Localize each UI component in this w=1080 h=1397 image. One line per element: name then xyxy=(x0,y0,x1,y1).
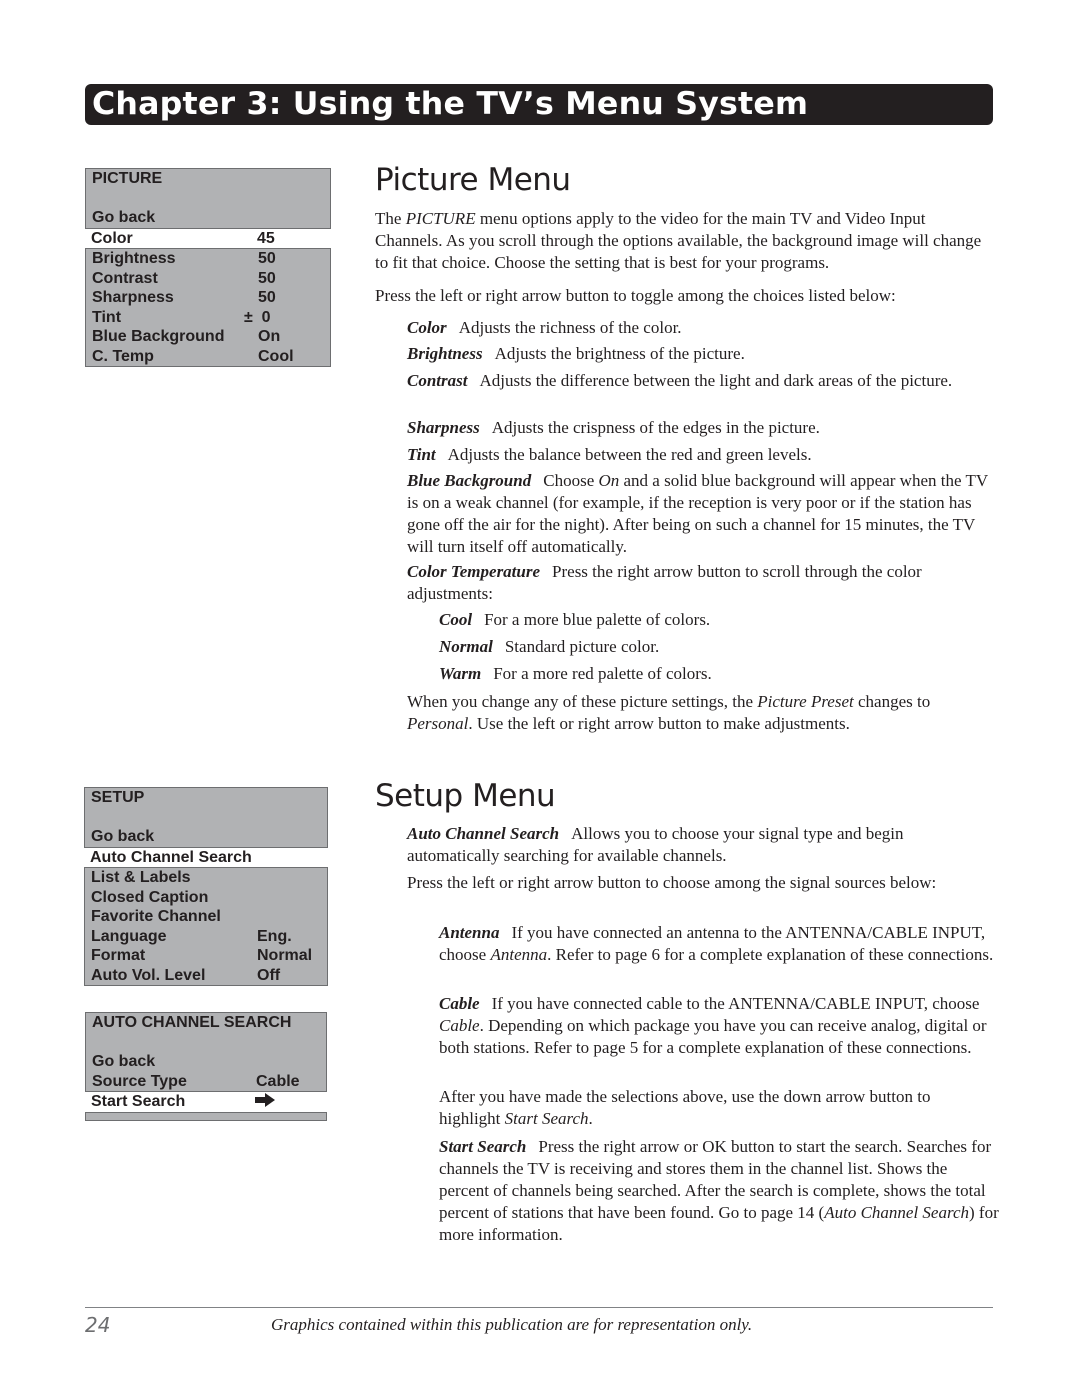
menu-item-label: C. Temp xyxy=(92,347,154,365)
menu-item-label: Closed Caption xyxy=(91,888,209,906)
option-blue-background: Blue Background Choose On and a solid blu… xyxy=(407,471,988,556)
menu-item-label: Language xyxy=(91,927,167,945)
menu-item-value: 50 xyxy=(258,289,276,306)
option-brightness: Brightness Adjusts the brightness of the … xyxy=(407,344,745,363)
menu-item-value: 50 xyxy=(258,250,276,267)
menu-header: SETUP xyxy=(91,789,145,806)
picture-intro: The PICTURE menu options apply to the vi… xyxy=(375,209,982,272)
auto-channel-search-menu-illustration: AUTO CHANNEL SEARCH Go back Source Type … xyxy=(85,1012,327,1121)
color-temp-cool: Cool For a more blue palette of colors. xyxy=(439,610,711,629)
picture-menu-heading: Picture Menu xyxy=(375,162,571,198)
menu-footer-bar xyxy=(85,1111,327,1121)
menu-item: Tint ± 0 xyxy=(86,308,330,328)
menu-item-label: Auto Channel Search xyxy=(90,848,252,866)
menu-item-selected: Start Search xyxy=(85,1092,327,1112)
chapter-title: Chapter 3: Using the TV’s Menu System xyxy=(92,86,809,122)
menu-item-label: Favorite Channel xyxy=(91,908,221,925)
option-color-temperature: Color Temperature Press the right arrow b… xyxy=(407,562,922,603)
menu-item-label: Tint xyxy=(92,308,122,326)
right-arrow-icon xyxy=(255,1092,275,1112)
menu-item-label: Contrast xyxy=(92,269,158,287)
option-antenna: Antenna If you have connected an antenna … xyxy=(439,923,994,964)
menu-item-label: List & Labels xyxy=(91,869,191,886)
page-number: 24 xyxy=(85,1313,111,1337)
signal-sources-note: Press the left or right arrow button to … xyxy=(407,873,937,892)
menu-item-label: Blue Background xyxy=(92,328,225,345)
menu-item-value: Off xyxy=(257,966,281,984)
menu-item-label: Sharpness xyxy=(92,289,174,306)
menu-item-label: Start Search xyxy=(91,1093,186,1110)
menu-items-block: Brightness 50 Contrast 50 Sharpness 50 Tint… xyxy=(85,248,331,367)
option-tint: Tint Adjusts the balance between the red … xyxy=(407,445,812,464)
menu-item-value: Normal xyxy=(257,947,313,964)
menu-item-label: Brightness xyxy=(92,250,176,267)
menu-item-label: Auto Vol. Level xyxy=(91,966,206,984)
menu-item-value: Cool xyxy=(258,347,294,365)
menu-item-label: Color xyxy=(91,229,133,247)
setup-menu-heading: Setup Menu xyxy=(375,778,556,814)
menu-header: PICTURE xyxy=(92,170,163,187)
setup-menu-illustration: SETUP Go back Auto Channel Search List &… xyxy=(84,787,328,986)
menu-item-label: Format xyxy=(91,947,146,964)
option-sharpness: Sharpness Adjusts the crispness of the ed… xyxy=(407,418,820,437)
option-color: Color Adjusts the richness of the color. xyxy=(407,318,682,337)
menu-items-block: List & Labels Closed Caption Favorite Ch… xyxy=(84,867,328,986)
menu-item-value: 45 xyxy=(257,229,275,247)
menu-item-go-back: Go back xyxy=(92,209,156,226)
color-temp-warm: Warm For a more red palette of colors. xyxy=(439,664,712,683)
option-cable: Cable If you have connected cable to the … xyxy=(439,994,987,1057)
option-contrast: Contrast Adjusts the difference between t… xyxy=(407,371,953,390)
footer-disclaimer: Graphics contained within this publicati… xyxy=(271,1315,753,1334)
menu-item: Source Type Cable xyxy=(86,1072,326,1092)
menu-item: Favorite Channel xyxy=(85,907,327,927)
menu-item-selected: Color 45 xyxy=(85,228,331,248)
menu-item: Language Eng. xyxy=(85,927,327,947)
menu-item: Format Normal xyxy=(85,946,327,966)
menu-item: Auto Vol. Level Off xyxy=(85,966,327,986)
menu-header: AUTO CHANNEL SEARCH xyxy=(92,1014,292,1031)
option-auto-channel-search: Auto Channel Search Allows you to choose … xyxy=(407,824,904,865)
menu-item: Blue Background On xyxy=(86,327,330,347)
menu-item: Brightness 50 xyxy=(86,249,330,269)
menu-item-value: On xyxy=(258,328,281,345)
picture-menu-illustration: PICTURE Go back Color 45 Brightness 50 Co… xyxy=(85,168,331,367)
chapter-banner: Chapter 3: Using the TV’s Menu System xyxy=(85,84,993,125)
picture-closing-note: When you change any of these picture set… xyxy=(407,692,931,733)
menu-item: Sharpness 50 xyxy=(86,288,330,308)
footer-divider xyxy=(85,1307,993,1308)
menu-item: Closed Caption xyxy=(85,888,327,908)
menu-item: C. Temp Cool xyxy=(86,347,330,367)
menu-header-block: PICTURE Go back xyxy=(85,168,331,229)
menu-item-selected: Auto Channel Search xyxy=(84,847,328,867)
menu-header-block: AUTO CHANNEL SEARCH Go back Source Type … xyxy=(85,1012,327,1092)
menu-item-value: 50 xyxy=(258,269,276,287)
menu-item-value: Eng. xyxy=(257,927,292,945)
menu-item-go-back: Go back xyxy=(92,1053,156,1070)
picture-toggle-note: Press the left or right arrow button to … xyxy=(375,286,896,305)
menu-item-value: Cable xyxy=(256,1072,300,1090)
menu-item-value: ± 0 xyxy=(244,308,271,326)
menu-header-block: SETUP Go back xyxy=(84,787,328,848)
menu-item: Contrast 50 xyxy=(86,269,330,289)
menu-item-go-back: Go back xyxy=(91,828,155,845)
after-selections-note: After you have made the selections above… xyxy=(439,1087,931,1128)
menu-item-label: Source Type xyxy=(92,1072,187,1090)
option-start-search: Start Search Press the right arrow or OK … xyxy=(439,1137,999,1244)
menu-item: List & Labels xyxy=(85,868,327,888)
color-temp-normal: Normal Standard picture color. xyxy=(439,637,660,656)
